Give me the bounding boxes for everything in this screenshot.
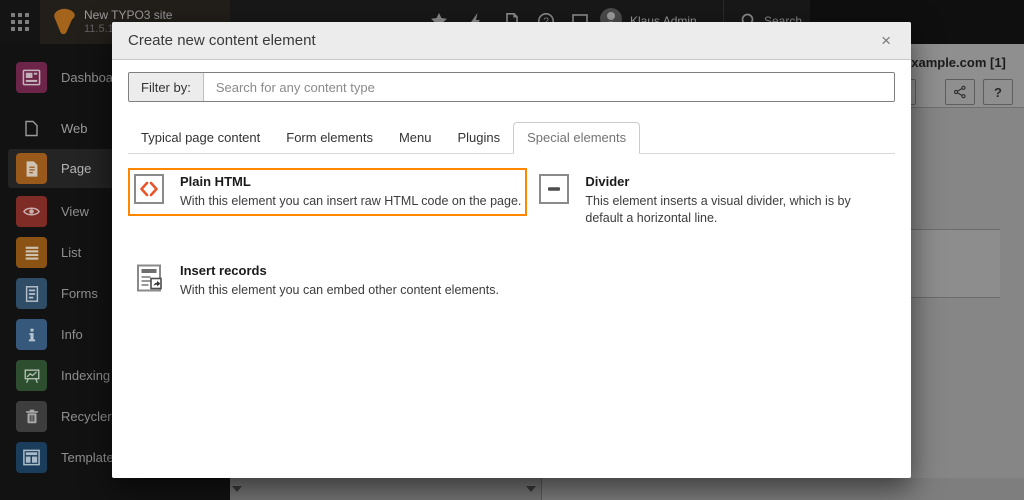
indexing-icon bbox=[16, 360, 47, 391]
card-description: With this element you can insert raw HTM… bbox=[180, 194, 522, 208]
share-icon bbox=[953, 85, 966, 99]
card-description: With this element you can embed other co… bbox=[180, 283, 499, 297]
sidebar-item-label: Template bbox=[61, 450, 114, 465]
sidebar-item-label: Page bbox=[61, 161, 92, 176]
modal-title: Create new content element bbox=[128, 32, 316, 49]
sidebar-item-label: List bbox=[61, 245, 82, 260]
plain-html-code-icon bbox=[134, 174, 164, 204]
tab-menu[interactable]: Menu bbox=[386, 123, 445, 153]
template-icon bbox=[16, 442, 47, 473]
create-content-element-modal: Create new content element × Filter by: … bbox=[112, 22, 911, 478]
tab-plugins[interactable]: Plugins bbox=[444, 123, 513, 153]
info-icon bbox=[16, 319, 47, 350]
sidebar-item-label: Forms bbox=[61, 286, 98, 301]
card-title: Divider bbox=[585, 174, 630, 189]
web-section-icon bbox=[23, 120, 40, 137]
bottom-selector-right[interactable] bbox=[541, 478, 1024, 500]
filter-by-label: Filter by: bbox=[129, 73, 204, 101]
typo3-logo-icon bbox=[54, 8, 75, 35]
modal-tabs: Typical page content Form elements Menu … bbox=[128, 122, 895, 154]
close-icon[interactable]: × bbox=[877, 30, 895, 51]
sidebar-section-label: Web bbox=[61, 120, 88, 136]
modules-grid-icon[interactable] bbox=[10, 12, 30, 32]
sidebar-item-label: View bbox=[61, 204, 89, 219]
modal-header: Create new content element × bbox=[112, 22, 911, 60]
card-description: This element inserts a visual divider, w… bbox=[585, 194, 851, 225]
site-name: New TYPO3 site bbox=[84, 7, 173, 22]
dashboard-icon bbox=[16, 62, 47, 93]
tab-typical-page-content[interactable]: Typical page content bbox=[128, 123, 273, 153]
chevron-down-icon[interactable] bbox=[232, 486, 242, 492]
view-eye-icon bbox=[16, 196, 47, 227]
share-button[interactable] bbox=[945, 79, 975, 105]
tab-form-elements[interactable]: Form elements bbox=[273, 123, 386, 153]
sidebar-item-label: Indexing bbox=[61, 368, 111, 383]
content-type-search-input[interactable] bbox=[203, 73, 894, 101]
content-element-cards: Plain HTML With this element you can ins… bbox=[128, 168, 895, 305]
sidebar-item-label: Recycler bbox=[61, 409, 112, 424]
page-title: example.com [1] bbox=[904, 55, 1006, 70]
divider-minus-icon bbox=[539, 174, 570, 204]
tab-special-elements[interactable]: Special elements bbox=[513, 122, 641, 154]
insert-records-icon bbox=[134, 263, 164, 293]
card-plain-html[interactable]: Plain HTML With this element you can ins… bbox=[128, 168, 528, 216]
page-icon bbox=[16, 153, 47, 184]
filter-input-group: Filter by: bbox=[128, 72, 895, 102]
card-title: Insert records bbox=[180, 263, 267, 278]
card-title: Plain HTML bbox=[180, 174, 251, 189]
forms-icon bbox=[16, 278, 47, 309]
recycler-trash-icon bbox=[16, 401, 47, 432]
list-icon bbox=[16, 237, 47, 268]
card-insert-records[interactable]: Insert records With this element you can… bbox=[128, 257, 527, 305]
card-divider[interactable]: Divider This element inserts a visual di… bbox=[533, 168, 895, 233]
bottom-selector-bar bbox=[230, 478, 1024, 500]
help-button-label: ? bbox=[994, 84, 1002, 100]
help-button[interactable]: ? bbox=[983, 79, 1013, 105]
chevron-down-icon[interactable] bbox=[526, 486, 536, 492]
sidebar-item-label: Info bbox=[61, 327, 83, 342]
